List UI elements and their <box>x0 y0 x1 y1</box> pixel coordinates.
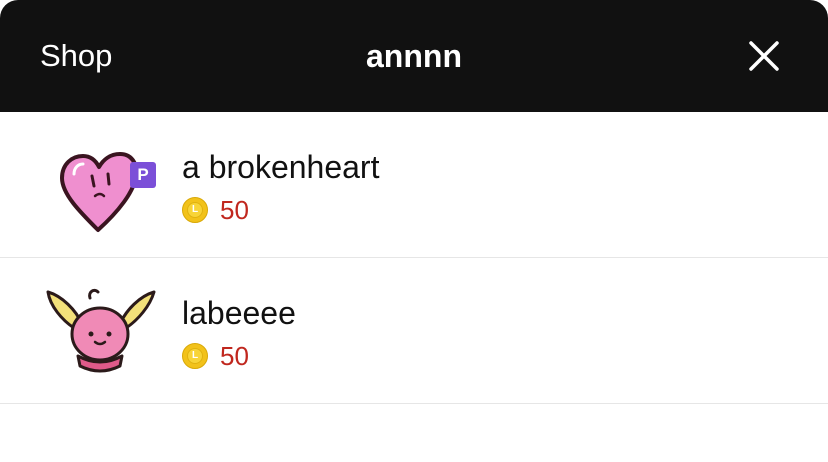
premium-badge: P <box>130 162 156 188</box>
price-value: 50 <box>220 341 249 371</box>
header-bar: Shop annnn <box>0 0 828 112</box>
coin-badge-letter: L <box>187 202 203 218</box>
close-button[interactable] <box>742 34 786 78</box>
coin-icon: L <box>182 197 208 223</box>
page-title: annnn <box>366 38 462 74</box>
sticker-list: a brokenheart L 50 labeeee L 50 <box>0 112 828 404</box>
price-tag: L 50 <box>182 196 249 224</box>
sticker-name: labeeee <box>182 295 296 331</box>
coin-icon: L <box>182 343 208 369</box>
sticker-name: a brokenheart <box>182 149 380 185</box>
close-icon <box>749 41 779 71</box>
list-item[interactable]: a brokenheart L 50 <box>0 112 828 258</box>
sticker-collection-screen: Shop annnn a brokenheart L 50 labeeee L … <box>0 0 828 462</box>
price-tag: L 50 <box>182 342 249 370</box>
coin-badge-letter: L <box>187 348 203 364</box>
pink-creature-sticker-icon <box>40 276 160 386</box>
price-value: 50 <box>220 195 249 225</box>
list-item[interactable]: labeeee L 50 <box>0 258 828 404</box>
